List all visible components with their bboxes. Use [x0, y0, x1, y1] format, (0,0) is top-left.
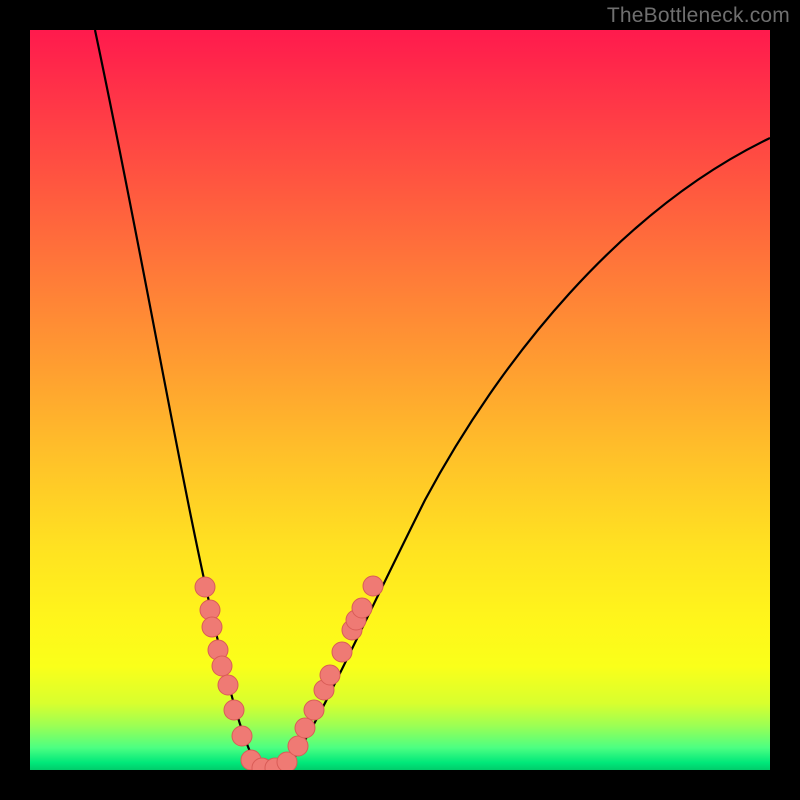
marker-dot [363, 576, 383, 596]
marker-dot [295, 718, 315, 738]
bottleneck-curve [95, 30, 770, 770]
chart-stage: TheBottleneck.com [0, 0, 800, 800]
marker-layer [195, 576, 383, 770]
watermark-text: TheBottleneck.com [607, 4, 790, 28]
marker-dot [218, 675, 238, 695]
marker-dot [332, 642, 352, 662]
marker-dot [232, 726, 252, 746]
marker-dot [352, 598, 372, 618]
marker-dot [320, 665, 340, 685]
plot-area [30, 30, 770, 770]
chart-svg [30, 30, 770, 770]
marker-dot [304, 700, 324, 720]
marker-dot [202, 617, 222, 637]
marker-dot [195, 577, 215, 597]
marker-dot [224, 700, 244, 720]
marker-dot [212, 656, 232, 676]
marker-dot [288, 736, 308, 756]
